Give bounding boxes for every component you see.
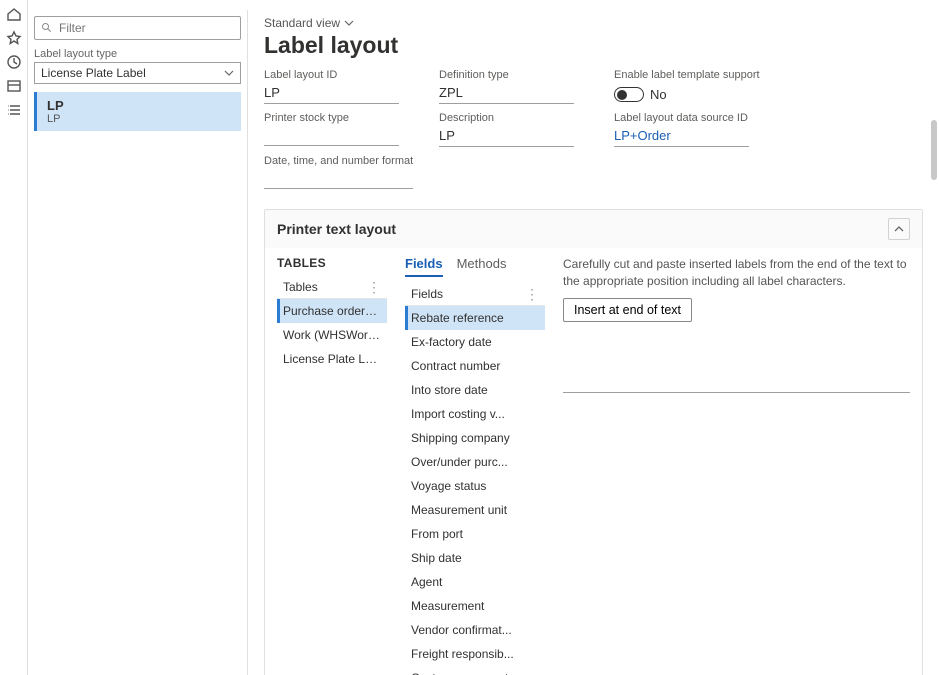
- tab-methods[interactable]: Methods: [457, 256, 507, 277]
- layout-type-value: License Plate Label: [41, 66, 146, 80]
- record-sub: LP: [47, 113, 231, 125]
- field-row[interactable]: Freight responsib...: [405, 642, 545, 666]
- field-row[interactable]: Rebate reference: [405, 306, 545, 330]
- panel-title: Printer text layout: [277, 221, 396, 237]
- def-type-value[interactable]: ZPL: [439, 85, 574, 104]
- workspace-icon[interactable]: [6, 78, 22, 94]
- table-row[interactable]: License Plate Lab...: [277, 347, 387, 371]
- datasource-value[interactable]: LP+Order: [614, 128, 749, 147]
- page-title: Label layout: [264, 32, 923, 59]
- tables-list: Purchase orders (... Work (WHSWork... Li…: [277, 299, 387, 371]
- enable-template-label: Enable label template support: [614, 69, 760, 81]
- field-row[interactable]: Measurement unit: [405, 498, 545, 522]
- left-panel: Label layout type License Plate Label LP…: [28, 10, 248, 675]
- field-row[interactable]: Contract number: [405, 354, 545, 378]
- field-row[interactable]: Import costing v...: [405, 402, 545, 426]
- insert-at-end-button[interactable]: Insert at end of text: [563, 298, 692, 322]
- tables-column: TABLES Tables ⋮ Purchase orders (... Wor…: [277, 256, 387, 675]
- chevron-down-icon: [344, 18, 354, 28]
- command-bar: [28, 0, 939, 10]
- field-row[interactable]: Ex-factory date: [405, 330, 545, 354]
- layout-id-label: Label layout ID: [264, 69, 399, 81]
- view-selector[interactable]: Standard view: [264, 16, 923, 30]
- field-row[interactable]: Measurement: [405, 594, 545, 618]
- main: Label layout type License Plate Label LP…: [28, 10, 939, 675]
- fields-column: Fields Methods Fields ⋮ Rebate reference…: [405, 256, 545, 675]
- panel-header[interactable]: Printer text layout: [265, 210, 922, 248]
- datetime-format-label: Date, time, and number format: [264, 155, 413, 167]
- field-row[interactable]: Agent: [405, 570, 545, 594]
- def-type-label: Definition type: [439, 69, 574, 81]
- layout-id-value[interactable]: LP: [264, 85, 399, 104]
- stock-type-label: Printer stock type: [264, 112, 399, 124]
- panel-body: TABLES Tables ⋮ Purchase orders (... Wor…: [265, 248, 922, 675]
- record-list: LP LP: [34, 92, 241, 131]
- field-row[interactable]: Into store date: [405, 378, 545, 402]
- label-text-area[interactable]: [563, 392, 910, 393]
- fields-col-header[interactable]: Fields ⋮: [405, 283, 545, 306]
- view-selector-label: Standard view: [264, 16, 340, 30]
- field-row[interactable]: Voyage status: [405, 474, 545, 498]
- tables-menu-icon[interactable]: ⋮: [367, 280, 381, 294]
- field-row[interactable]: Ship date: [405, 546, 545, 570]
- fields-list: Rebate referenceEx-factory dateContract …: [405, 306, 545, 675]
- content: Standard view Label layout Label layout …: [248, 10, 939, 675]
- filter-input[interactable]: [57, 20, 234, 36]
- chevron-down-icon: [224, 68, 234, 78]
- panel-collapse-button[interactable]: [888, 218, 910, 240]
- field-row[interactable]: Shipping company: [405, 426, 545, 450]
- stock-type-value[interactable]: [264, 128, 399, 146]
- field-row[interactable]: Customer account: [405, 666, 545, 675]
- description-label: Description: [439, 112, 574, 124]
- app-root: Label layout type License Plate Label LP…: [0, 0, 939, 675]
- favorite-icon[interactable]: [6, 30, 22, 46]
- tab-fields[interactable]: Fields: [405, 256, 443, 277]
- home-icon[interactable]: [6, 6, 22, 22]
- nav-rail: [0, 0, 28, 675]
- datetime-format-value[interactable]: [264, 171, 413, 189]
- fields-menu-icon[interactable]: ⋮: [525, 287, 539, 301]
- filter-box[interactable]: [34, 16, 241, 40]
- search-icon: [41, 22, 53, 34]
- field-row[interactable]: From port: [405, 522, 545, 546]
- text-layout-column: Carefully cut and paste inserted labels …: [563, 256, 910, 675]
- field-row[interactable]: Vendor confirmat...: [405, 618, 545, 642]
- tables-heading: TABLES: [277, 256, 387, 270]
- description-value[interactable]: LP: [439, 128, 574, 147]
- record-item[interactable]: LP LP: [34, 92, 241, 131]
- list-icon[interactable]: [6, 102, 22, 118]
- scrollbar[interactable]: [931, 120, 937, 180]
- header-fields: Label layout ID LP Definition type ZPL E…: [264, 69, 923, 197]
- printer-text-layout-panel: Printer text layout TABLES Tables ⋮: [264, 209, 923, 675]
- tables-col-header[interactable]: Tables ⋮: [277, 276, 387, 299]
- help-text: Carefully cut and paste inserted labels …: [563, 256, 910, 290]
- record-title: LP: [47, 98, 231, 113]
- chevron-up-icon: [893, 223, 905, 235]
- layout-type-label: Label layout type: [34, 48, 241, 60]
- fields-tabs: Fields Methods: [405, 256, 545, 277]
- field-row[interactable]: Over/under purc...: [405, 450, 545, 474]
- enable-template-value: No: [650, 87, 667, 102]
- table-row[interactable]: Purchase orders (...: [277, 299, 387, 323]
- datasource-label: Label layout data source ID: [614, 112, 749, 124]
- layout-type-dropdown[interactable]: License Plate Label: [34, 62, 241, 84]
- table-row[interactable]: Work (WHSWork...: [277, 323, 387, 347]
- enable-template-toggle[interactable]: [614, 87, 644, 102]
- recent-icon[interactable]: [6, 54, 22, 70]
